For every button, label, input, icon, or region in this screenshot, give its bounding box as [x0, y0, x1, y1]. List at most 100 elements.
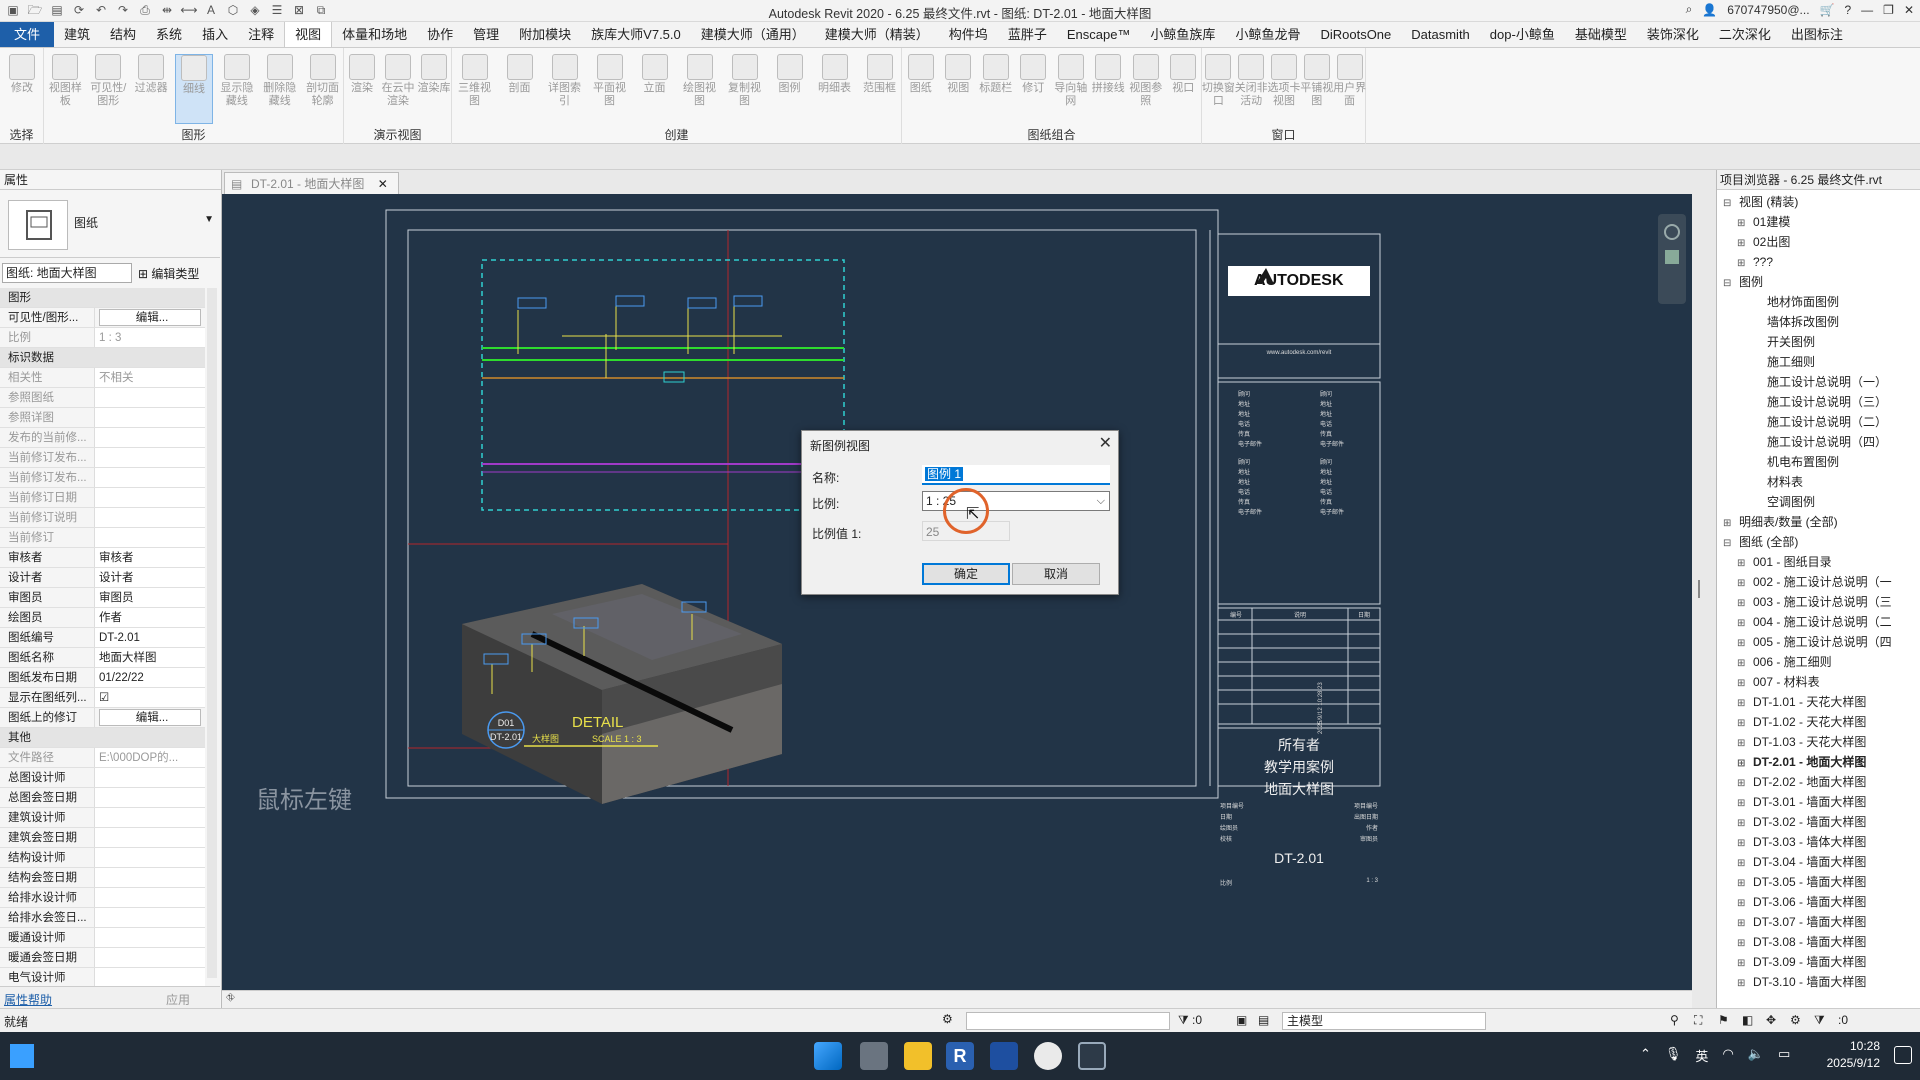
tab-13[interactable]: 建模大师（精装） — [815, 22, 939, 47]
browser-item[interactable]: ⊞ 002 - 施工设计总说明（一 — [1717, 572, 1917, 592]
property-value[interactable] — [95, 808, 205, 827]
property-value[interactable]: 设计者 — [95, 568, 205, 587]
ok-button[interactable]: 确定 — [922, 563, 1010, 585]
tab-6[interactable]: 视图 — [284, 22, 333, 47]
expand-icon[interactable]: ⊞ — [1737, 614, 1747, 632]
chevron-up-icon[interactable]: ⌃ — [1640, 1046, 1651, 1065]
select-links-icon[interactable]: ⚲ — [1670, 1013, 1679, 1027]
ribbon-button-3-0[interactable]: 三维视图 — [456, 54, 494, 108]
browser-item[interactable]: ⊞ DT-3.08 - 墙面大样图 — [1717, 932, 1917, 952]
notification-icon[interactable] — [1894, 1046, 1912, 1064]
property-section[interactable]: 标识数据 — [0, 348, 205, 368]
cart-icon[interactable]: 🛒 — [1820, 3, 1835, 17]
tab-2[interactable]: 结构 — [100, 22, 146, 47]
tab-4[interactable]: 插入 — [192, 22, 238, 47]
browser-item[interactable]: ⊞ DT-3.04 - 墙面大样图 — [1717, 852, 1917, 872]
property-value[interactable]: 1 : 3 — [95, 328, 205, 347]
property-value[interactable]: 审图员 — [95, 588, 205, 607]
property-value[interactable] — [95, 828, 205, 847]
properties-scrollbar[interactable] — [207, 288, 217, 978]
expand-icon[interactable]: ⊞ — [1737, 854, 1747, 872]
chevron-down-icon[interactable]: ▼ — [204, 214, 214, 225]
browser-item[interactable]: ⊟ 图纸 (全部) — [1717, 532, 1917, 552]
start-icon[interactable] — [814, 1042, 842, 1070]
ribbon-button-3-7[interactable]: 图例 — [771, 54, 809, 95]
tab-12[interactable]: 建模大师（通用） — [691, 22, 815, 47]
ribbon-button-1-0[interactable]: 视图样板 — [46, 54, 84, 108]
ribbon-button-2-0[interactable]: 渲染 — [343, 54, 381, 95]
ribbon-button-3-9[interactable]: 范围框 — [861, 54, 899, 95]
ribbon-button-3-6[interactable]: 复制视图 — [726, 54, 764, 108]
expand-icon[interactable]: ⊞ — [1737, 634, 1747, 652]
browser-item[interactable]: 空调图例 — [1717, 492, 1917, 512]
ribbon-button-1-5[interactable]: 删除隐藏线 — [261, 54, 299, 108]
user-icon[interactable]: 👤 — [1702, 3, 1717, 17]
browser-item[interactable]: ⊞ DT-1.01 - 天花大样图 — [1717, 692, 1917, 712]
close-button[interactable]: ✕ — [1904, 3, 1914, 17]
filter-status-icon[interactable]: ⧩ — [1814, 1013, 1825, 1028]
expand-icon[interactable]: ⊞ — [1737, 754, 1747, 772]
property-value[interactable] — [95, 888, 205, 907]
tab-25[interactable]: 出图标注 — [1781, 22, 1853, 47]
property-value[interactable] — [95, 788, 205, 807]
expand-icon[interactable]: ⊞ — [1737, 554, 1747, 572]
ribbon-button-4-1[interactable]: 视图 — [939, 54, 977, 95]
expand-icon[interactable]: ⊞ — [1737, 254, 1747, 272]
browser-item[interactable]: ⊞ 003 - 施工设计总说明（三 — [1717, 592, 1917, 612]
revit-icon[interactable]: R — [946, 1042, 974, 1070]
user-name[interactable]: 670747950@... — [1727, 3, 1809, 17]
wifi-icon[interactable]: ◠ — [1722, 1046, 1733, 1065]
expand-icon[interactable]: ⊞ — [1737, 734, 1747, 752]
ribbon-button-1-4[interactable]: 显示隐藏线 — [218, 54, 256, 108]
browser-item[interactable]: ⊞ 02出图 — [1717, 232, 1917, 252]
edit-type-button[interactable]: ⊞ 编辑类型 — [138, 265, 199, 282]
property-value[interactable] — [95, 408, 205, 427]
expand-icon[interactable]: ⊞ — [1737, 774, 1747, 792]
cancel-button[interactable]: 取消 — [1012, 563, 1100, 585]
zoom-icon[interactable] — [1665, 250, 1679, 264]
browser-item[interactable]: ⊟ 图例 — [1717, 272, 1917, 292]
browser-item[interactable]: ⊞ DT-3.10 - 墙面大样图 — [1717, 972, 1917, 992]
browser-item[interactable]: 施工设计总说明（一） — [1717, 372, 1917, 392]
video-app-icon[interactable] — [1078, 1042, 1106, 1070]
ribbon-button-3-5[interactable]: 绘图视图 — [681, 54, 719, 108]
microphone-icon[interactable]: 🎙 — [1665, 1046, 1682, 1065]
binoculars-icon[interactable]: ⌕ — [1686, 2, 1693, 17]
browser-item[interactable]: 墙体拆改图例 — [1717, 312, 1917, 332]
instance-filter-dropdown[interactable]: 图纸: 地面大样图 — [2, 263, 132, 283]
expand-icon[interactable]: ⊞ — [1737, 234, 1747, 252]
property-value[interactable] — [95, 868, 205, 887]
browser-item[interactable]: ⊞ 004 - 施工设计总说明（二 — [1717, 612, 1917, 632]
expand-icon[interactable]: ⊞ — [1737, 694, 1747, 712]
ribbon-button-3-1[interactable]: 剖面 — [501, 54, 539, 95]
filter-icon[interactable]: ⧩ — [1178, 1013, 1189, 1028]
help-icon[interactable]: ? — [1844, 3, 1851, 17]
ribbon-button-4-7[interactable]: 视口 — [1164, 54, 1202, 95]
browser-item[interactable]: ⊞ DT-3.05 - 墙面大样图 — [1717, 872, 1917, 892]
close-icon[interactable]: ✕ — [378, 177, 388, 191]
expand-icon[interactable]: ⊞ — [1737, 794, 1747, 812]
browser-item[interactable]: 材料表 — [1717, 472, 1917, 492]
tab-14[interactable]: 构件坞 — [939, 22, 998, 47]
tab-15[interactable]: 蓝胖子 — [998, 22, 1057, 47]
ribbon-button-3-2[interactable]: 详图索引 — [546, 54, 584, 108]
property-value[interactable]: 地面大样图 — [95, 648, 205, 667]
browser-item[interactable]: 施工设计总说明（三） — [1717, 392, 1917, 412]
expand-icon[interactable]: ⊞ — [1737, 214, 1747, 232]
app-icon[interactable] — [1034, 1042, 1062, 1070]
tab-8[interactable]: 协作 — [417, 22, 463, 47]
property-value[interactable] — [95, 948, 205, 967]
tab-22[interactable]: 基础模型 — [1565, 22, 1637, 47]
tab-17[interactable]: 小鲸鱼族库 — [1140, 22, 1225, 47]
expand-icon[interactable]: ⊞ — [1737, 834, 1747, 852]
clock[interactable]: 10:28 2025/9/12 — [1827, 1038, 1880, 1072]
tab-23[interactable]: 装饰深化 — [1637, 22, 1709, 47]
task-view-icon[interactable] — [860, 1042, 888, 1070]
ime-indicator[interactable]: 英 — [1695, 1046, 1708, 1065]
editable-only-icon[interactable]: ▤ — [1258, 1013, 1269, 1027]
property-value[interactable]: 01/22/22 — [95, 668, 205, 687]
chevron-down-icon[interactable]: ⌵ — [1097, 492, 1105, 510]
browser-item[interactable]: ⊞ 006 - 施工细则 — [1717, 652, 1917, 672]
browser-item[interactable]: ⊞ DT-3.09 - 墙面大样图 — [1717, 952, 1917, 972]
ribbon-button-1-1[interactable]: 可见性/图形 — [89, 54, 127, 108]
